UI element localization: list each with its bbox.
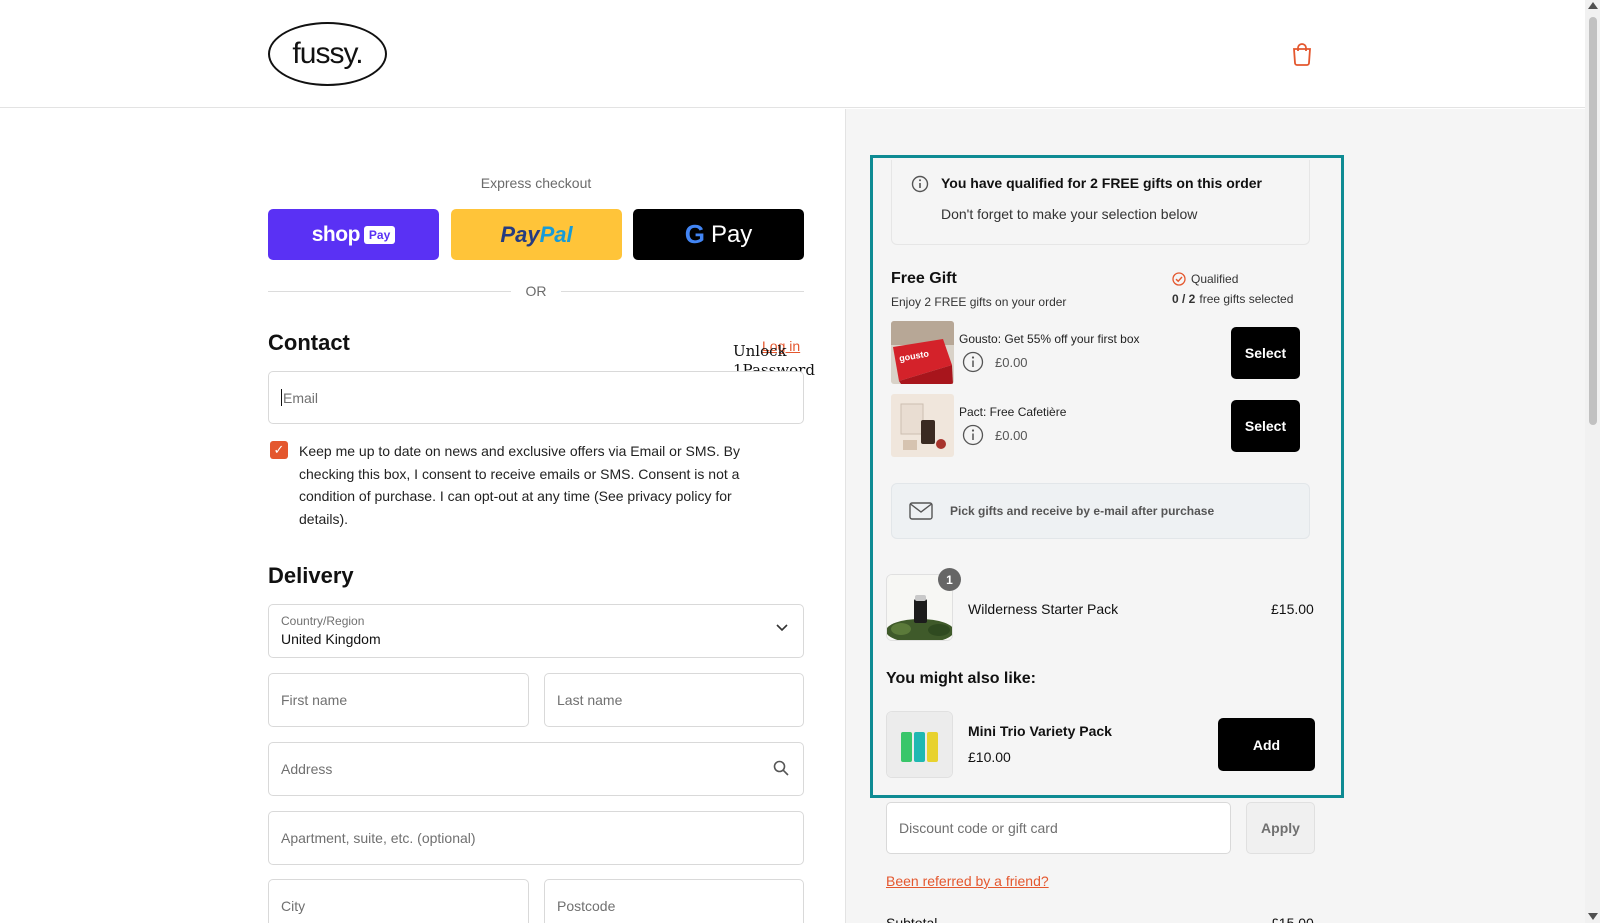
chevron-down-icon: [776, 624, 788, 632]
upsell-title: You might also like:: [886, 670, 1036, 687]
country-value: United Kingdom: [281, 631, 381, 647]
address-placeholder: Address: [281, 761, 333, 777]
gifts-selected-count: 0 / 2 free gifts selected: [1172, 292, 1293, 306]
text-cursor: [281, 389, 282, 406]
gifts-selected-suffix: free gifts selected: [1199, 292, 1294, 306]
postcode-placeholder: Postcode: [557, 898, 616, 914]
google-pay-label: Pay: [710, 220, 753, 248]
google-pay-button[interactable]: G Pay: [633, 209, 804, 260]
subtotal-label: Subtotal: [886, 915, 938, 923]
postcode-field[interactable]: Postcode: [544, 879, 804, 923]
google-g-icon: G: [684, 219, 705, 249]
free-gift-subtitle: Enjoy 2 FREE gifts on your order: [891, 295, 1067, 309]
scrollbar-thumb[interactable]: [1589, 17, 1597, 425]
last-name-field[interactable]: Last name: [544, 673, 804, 727]
cart-item-price: £15.00: [1271, 601, 1314, 617]
check-circle-icon: [1172, 272, 1186, 286]
select-gift-button[interactable]: Select: [1231, 327, 1300, 379]
upsell-item-price: £10.00: [968, 749, 1011, 765]
site-header: fussy.: [0, 0, 1585, 108]
email-delivery-banner: Pick gifts and receive by e-mail after p…: [891, 483, 1310, 539]
add-upsell-button[interactable]: Add: [1218, 718, 1315, 771]
email-placeholder: Email: [283, 389, 319, 406]
upsell-thumbnail: [886, 711, 953, 778]
page-scrollbar[interactable]: [1585, 0, 1600, 923]
fussy-logo[interactable]: fussy.: [268, 22, 387, 86]
paypal-brand-part2: Pal: [539, 221, 573, 247]
apartment-field[interactable]: Apartment, suite, etc. (optional): [268, 811, 804, 865]
marketing-consent-checkbox[interactable]: ✓: [270, 441, 288, 459]
gift-price: £0.00: [995, 427, 1028, 443]
paypal-button[interactable]: Pay Pal: [451, 209, 622, 260]
gift-price-row: £0.00: [962, 424, 1028, 446]
envelope-icon: [909, 502, 933, 520]
info-icon: [911, 175, 929, 193]
gift-price: £0.00: [995, 354, 1028, 370]
free-gift-notice-title: You have qualified for 2 FREE gifts on t…: [941, 175, 1262, 191]
discount-placeholder: Discount code or gift card: [899, 820, 1058, 836]
referred-friend-link[interactable]: Been referred by a friend?: [886, 873, 1049, 889]
last-name-placeholder: Last name: [557, 692, 623, 708]
gift-price-row: £0.00: [962, 351, 1028, 373]
express-checkout-title: Express checkout: [480, 175, 592, 191]
first-name-placeholder: First name: [281, 692, 348, 708]
logo-text: fussy.: [292, 37, 363, 70]
shopping-bag-icon[interactable]: [1291, 42, 1313, 66]
city-field[interactable]: City: [268, 879, 529, 923]
city-placeholder: City: [281, 898, 306, 914]
select-gift-button[interactable]: Select: [1231, 400, 1300, 452]
scroll-up-arrow-icon[interactable]: [1588, 2, 1598, 9]
gousto-gift-image: gousto: [891, 321, 954, 384]
gift-name: Pact: Free Cafetière: [959, 405, 1067, 419]
search-icon[interactable]: [773, 760, 789, 776]
country-label: Country/Region: [281, 614, 365, 628]
free-gift-highlight-box: [870, 155, 1344, 798]
pact-gift-image: [891, 394, 954, 457]
first-name-field[interactable]: First name: [268, 673, 529, 727]
gift-name: Gousto: Get 55% off your first box: [959, 332, 1140, 346]
quantity-badge: 1: [938, 568, 961, 591]
apply-discount-button[interactable]: Apply: [1246, 802, 1315, 854]
subtotal-value: £15.00: [1271, 915, 1314, 923]
free-gift-notice: You have qualified for 2 FREE gifts on t…: [891, 160, 1310, 245]
discount-code-field[interactable]: Discount code or gift card: [886, 802, 1231, 854]
delivery-heading: Delivery: [268, 563, 354, 588]
info-icon[interactable]: [962, 424, 984, 446]
address-field[interactable]: Address: [268, 742, 804, 796]
contact-heading: Contact: [268, 330, 350, 355]
email-banner-text: Pick gifts and receive by e-mail after p…: [950, 504, 1215, 518]
shop-pay-brand: shop: [311, 222, 361, 246]
apartment-placeholder: Apartment, suite, etc. (optional): [281, 830, 476, 846]
cart-item-name: Wilderness Starter Pack: [968, 601, 1119, 617]
shop-pay-tag: Pay: [363, 225, 396, 244]
scroll-down-arrow-icon[interactable]: [1588, 913, 1598, 920]
free-gift-title: Free Gift: [891, 270, 957, 287]
marketing-consent-text: Keep me up to date on news and exclusive…: [299, 443, 740, 527]
shop-pay-button[interactable]: shop Pay: [268, 209, 439, 260]
qualified-status: Qualified: [1172, 272, 1238, 286]
free-gift-notice-subtitle: Don't forget to make your selection belo…: [941, 206, 1198, 222]
or-divider: OR: [268, 283, 804, 299]
gifts-selected-number: 0 / 2: [1172, 292, 1196, 306]
or-text: OR: [525, 283, 547, 299]
upsell-item-name: Mini Trio Variety Pack: [968, 723, 1112, 739]
paypal-brand-part1: Pay: [500, 221, 540, 247]
info-icon[interactable]: [962, 351, 984, 373]
qualified-label: Qualified: [1191, 272, 1239, 286]
email-field[interactable]: Email: [268, 371, 804, 424]
